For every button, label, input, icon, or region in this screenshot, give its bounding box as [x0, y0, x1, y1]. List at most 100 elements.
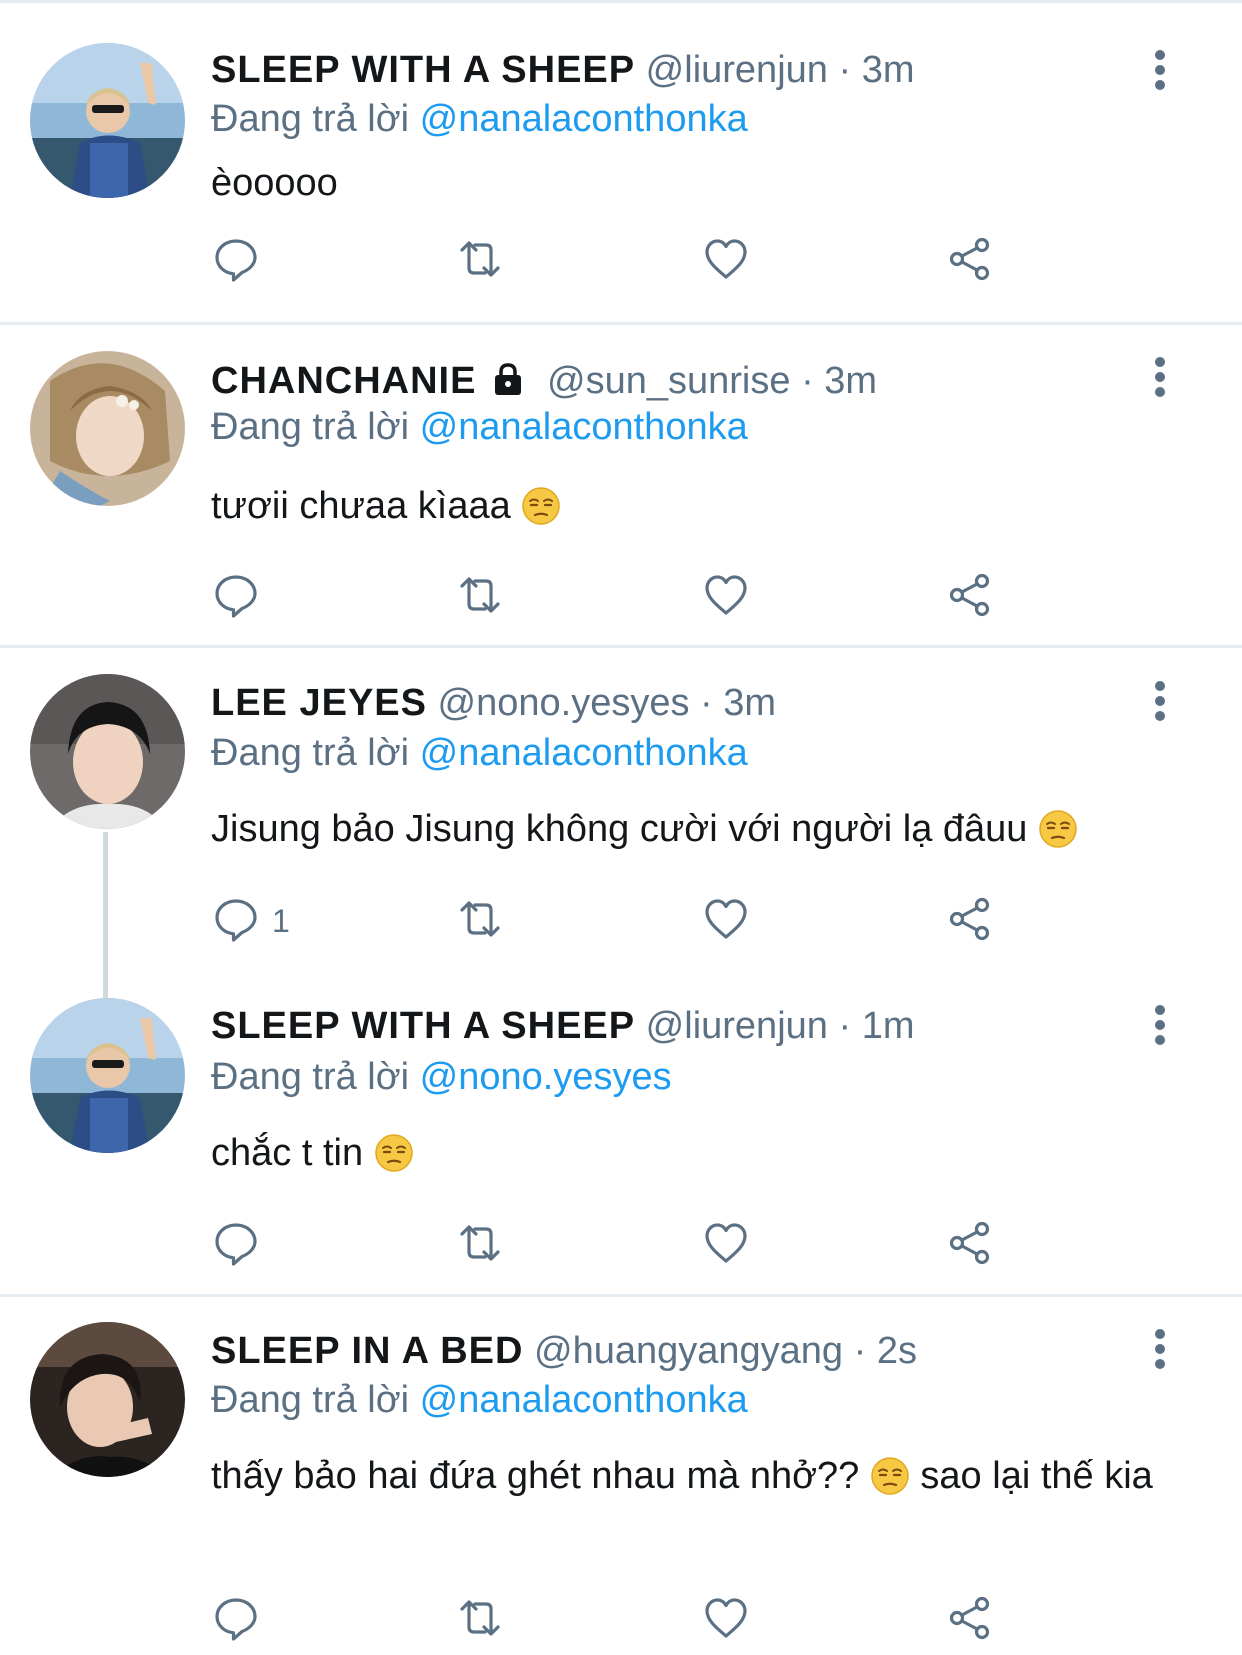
timestamp[interactable]: 3m — [862, 49, 915, 91]
retweet-icon — [456, 235, 504, 288]
like-button[interactable] — [702, 893, 750, 949]
retweet-button[interactable] — [456, 1592, 504, 1648]
replying-to: Đang trả lời @nanalaconthonka — [211, 94, 748, 144]
reply-count: 1 — [272, 902, 290, 939]
reply-button[interactable] — [212, 1217, 272, 1273]
replying-to: Đang trả lời @nanalaconthonka — [211, 402, 748, 452]
reply-icon — [212, 571, 260, 624]
unamused-face-emoji — [1038, 809, 1078, 849]
tweet-divider — [0, 645, 1242, 648]
tweet-text-content: chắc t tin — [211, 1132, 364, 1174]
tweet-text: thấy bảo hai đứa ghét nhau mà nhở?? sao … — [211, 1449, 1191, 1503]
display-name[interactable]: SLEEP WITH A SHEEP — [211, 1005, 635, 1047]
avatar[interactable] — [30, 43, 185, 198]
unamused-face-emoji — [521, 486, 561, 526]
retweet-button[interactable] — [456, 1217, 504, 1273]
share-button[interactable] — [946, 1217, 994, 1273]
share-icon — [946, 1594, 994, 1647]
heart-icon — [702, 1219, 750, 1272]
unamused-face-emoji — [374, 1133, 414, 1173]
separator-dot: · — [838, 49, 852, 91]
avatar[interactable] — [30, 1322, 185, 1477]
reply-button[interactable] — [212, 1592, 272, 1648]
replying-to: Đang trả lời @nono.yesyes — [211, 1052, 672, 1102]
replying-to-label: Đang trả lời — [211, 732, 410, 774]
reply-button[interactable] — [212, 233, 272, 289]
separator-dot: · — [838, 1005, 852, 1047]
more-vertical-icon[interactable] — [1140, 352, 1180, 402]
tweet-divider — [0, 1294, 1242, 1297]
separator-dot: · — [853, 1330, 867, 1372]
retweet-icon — [456, 1594, 504, 1647]
share-button[interactable] — [946, 893, 994, 949]
replying-to-label: Đang trả lời — [211, 1056, 410, 1098]
tweet-text-content: thấy bảo hai đứa ghét nhau mà nhở?? — [211, 1455, 860, 1497]
tweet-divider — [0, 322, 1242, 325]
heart-icon — [702, 235, 750, 288]
timestamp[interactable]: 1m — [862, 1005, 915, 1047]
user-handle[interactable]: @nono.yesyes — [438, 682, 690, 724]
retweet-icon — [456, 895, 504, 948]
avatar[interactable] — [30, 674, 185, 829]
mention-link[interactable]: @nono.yesyes — [420, 1056, 672, 1098]
retweet-icon — [456, 1219, 504, 1272]
display-name[interactable]: SLEEP WITH A SHEEP — [211, 49, 635, 91]
share-button[interactable] — [946, 569, 994, 625]
share-icon — [946, 571, 994, 624]
avatar[interactable] — [30, 351, 185, 506]
retweet-button[interactable] — [456, 569, 504, 625]
reply-icon — [212, 1594, 260, 1647]
more-vertical-icon[interactable] — [1140, 676, 1180, 726]
thread-line — [103, 832, 108, 998]
mention-link[interactable]: @nanalaconthonka — [420, 732, 748, 774]
user-handle[interactable]: @liurenjun — [646, 49, 828, 91]
tweet-header: LEE JEYES @nono.yesyes · 3m — [211, 678, 776, 728]
unamused-face-emoji — [870, 1456, 910, 1496]
reply-button[interactable]: 1 — [212, 893, 290, 949]
tweet-text-content-continued: sao lại thế kia — [920, 1455, 1153, 1497]
avatar[interactable] — [30, 998, 185, 1153]
reply-button[interactable] — [212, 569, 272, 625]
user-handle[interactable]: @liurenjun — [646, 1005, 828, 1047]
share-button[interactable] — [946, 1592, 994, 1648]
replying-to: Đang trả lời @nanalaconthonka — [211, 728, 748, 778]
like-button[interactable] — [702, 569, 750, 625]
heart-icon — [702, 571, 750, 624]
reply-icon — [212, 1219, 260, 1272]
share-icon — [946, 1219, 994, 1272]
retweet-button[interactable] — [456, 233, 504, 289]
timestamp[interactable]: 2s — [877, 1330, 917, 1372]
timestamp[interactable]: 3m — [723, 682, 776, 724]
separator-dot: · — [801, 360, 814, 402]
user-handle[interactable]: @sun_sunrise — [547, 360, 790, 402]
replying-to-label: Đang trả lời — [211, 406, 410, 448]
retweet-button[interactable] — [456, 893, 504, 949]
like-button[interactable] — [702, 1592, 750, 1648]
mention-link[interactable]: @nanalaconthonka — [420, 406, 748, 448]
separator-dot: · — [700, 682, 713, 724]
display-name[interactable]: CHANCHANIE — [211, 360, 476, 402]
retweet-icon — [456, 571, 504, 624]
like-button[interactable] — [702, 1217, 750, 1273]
timestamp[interactable]: 3m — [824, 360, 877, 402]
mention-link[interactable]: @nanalaconthonka — [420, 1379, 748, 1421]
tweet-text-content: èooooo — [211, 162, 338, 204]
share-icon — [946, 895, 994, 948]
display-name[interactable]: LEE JEYES — [211, 682, 427, 724]
replying-to-label: Đang trả lời — [211, 1379, 410, 1421]
share-button[interactable] — [946, 233, 994, 289]
more-vertical-icon[interactable] — [1140, 1324, 1180, 1374]
reply-icon — [212, 895, 260, 948]
tweet-header: SLEEP IN A BED @huangyangyang · 2s — [211, 1326, 917, 1376]
top-divider — [0, 0, 1242, 3]
more-vertical-icon[interactable] — [1140, 45, 1180, 95]
tweet-header: CHANCHANIE @sun_sunrise · 3m — [211, 356, 877, 406]
more-vertical-icon[interactable] — [1140, 1000, 1180, 1050]
mention-link[interactable]: @nanalaconthonka — [420, 98, 748, 140]
tweet-text: tươii chưaa kìaaa — [211, 479, 1191, 533]
tweet-text-content: tươii chưaa kìaaa — [211, 485, 511, 527]
replying-to-label: Đang trả lời — [211, 98, 410, 140]
display-name[interactable]: SLEEP IN A BED — [211, 1330, 523, 1372]
like-button[interactable] — [702, 233, 750, 289]
user-handle[interactable]: @huangyangyang — [534, 1330, 843, 1372]
